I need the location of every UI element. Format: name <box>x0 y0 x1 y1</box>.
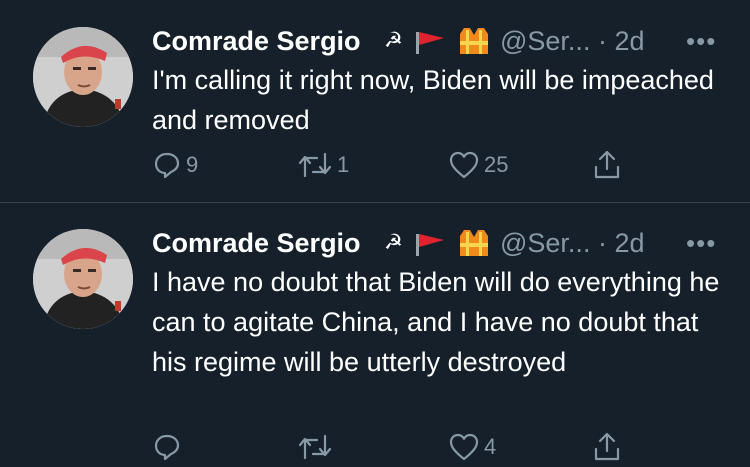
reply-count: 9 <box>186 152 199 177</box>
handle-text: @Ser... <box>500 228 591 258</box>
retweet-button[interactable]: 1 <box>297 145 349 185</box>
separator: · <box>597 26 607 56</box>
separator: · <box>597 228 607 258</box>
tweet-actions: 9 1 25 <box>152 145 712 185</box>
safety-vest-icon <box>460 28 488 54</box>
tweet-header: Comrade Sergio ☭ @Ser... · 2d ••• <box>152 226 732 260</box>
retweet-icon <box>298 152 332 178</box>
heart-icon <box>449 151 479 179</box>
tweet[interactable]: Comrade Sergio ☭ @Ser... · 2d ••• I'm ca… <box>0 0 750 202</box>
heart-icon <box>449 433 479 461</box>
more-options-icon[interactable]: ••• <box>686 230 716 256</box>
share-icon <box>594 150 620 179</box>
hammer-sickle-icon: ☭ <box>384 29 403 52</box>
tweet-text: I'm calling it right now, Biden will be … <box>152 65 714 135</box>
reply-icon <box>154 434 180 461</box>
retweet-count: 1 <box>337 152 350 177</box>
avatar[interactable] <box>33 229 133 329</box>
like-button[interactable]: 4 <box>448 427 496 467</box>
reply-button[interactable] <box>152 427 186 467</box>
tweet-text: I have no doubt that Biden will do every… <box>152 267 720 377</box>
share-button[interactable] <box>592 427 622 467</box>
like-count: 25 <box>484 152 509 177</box>
red-flag-icon <box>416 32 444 54</box>
timestamp[interactable]: 2d <box>614 228 644 258</box>
retweet-button[interactable] <box>297 427 337 467</box>
reply-button[interactable]: 9 <box>152 145 198 185</box>
author-handle[interactable]: @Ser... · 2d <box>500 226 645 260</box>
author-name[interactable]: Comrade Sergio <box>152 24 361 58</box>
retweet-icon <box>298 434 332 460</box>
author-name[interactable]: Comrade Sergio <box>152 226 361 260</box>
avatar[interactable] <box>33 27 133 127</box>
author-handle[interactable]: @Ser... · 2d <box>500 24 645 58</box>
tweet[interactable]: Comrade Sergio ☭ @Ser... · 2d ••• I have… <box>0 202 750 464</box>
handle-text: @Ser... <box>500 26 591 56</box>
timestamp[interactable]: 2d <box>614 26 644 56</box>
like-count: 4 <box>484 434 497 459</box>
share-button[interactable] <box>592 145 622 185</box>
more-options-icon[interactable]: ••• <box>686 28 716 54</box>
reply-icon <box>154 152 180 179</box>
share-icon <box>594 432 620 461</box>
hammer-sickle-icon: ☭ <box>384 231 403 254</box>
tweet-actions: 4 <box>152 427 712 467</box>
red-flag-icon <box>416 234 444 256</box>
safety-vest-icon <box>460 230 488 256</box>
tweet-header: Comrade Sergio ☭ @Ser... · 2d ••• <box>152 24 732 58</box>
like-button[interactable]: 25 <box>448 145 508 185</box>
